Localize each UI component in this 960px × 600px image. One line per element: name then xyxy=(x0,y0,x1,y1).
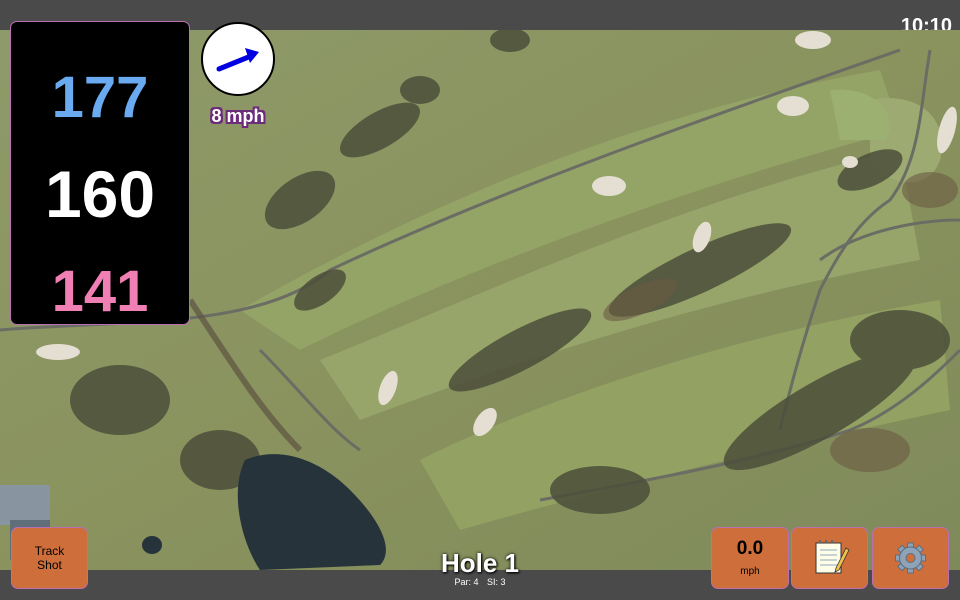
back-distance: 177 xyxy=(51,65,149,130)
wind-speed: 8 mph xyxy=(211,106,265,126)
track-shot-label-line2: Shot xyxy=(37,558,62,572)
yardage-panel: 177 160 141 xyxy=(11,22,189,324)
middle-distance: 160 xyxy=(44,157,156,231)
track-shot-button[interactable]: Track Shot xyxy=(12,528,87,588)
wind-direction-arrow-icon xyxy=(216,48,259,72)
hole-par: Par: 4 xyxy=(454,577,479,587)
wind-indicator[interactable] xyxy=(201,22,275,96)
hole-stroke-index: SI: 3 xyxy=(487,577,506,587)
notes-button[interactable] xyxy=(792,528,867,588)
speed-unit: mph xyxy=(740,566,760,577)
hole-info: Par: 4 SI: 3 xyxy=(400,577,560,587)
hole-title: Hole 1 xyxy=(440,548,520,578)
settings-button[interactable] xyxy=(873,528,948,588)
track-shot-label-line1: Track xyxy=(34,544,65,558)
app-screen: 10:10 177 160 141 8 mph Track Shot Hole … xyxy=(0,0,960,600)
notepad-icon xyxy=(815,540,850,574)
gear-icon xyxy=(895,542,926,574)
speed-value: 0.0 xyxy=(736,538,764,559)
speed-button[interactable]: 0.0 mph xyxy=(712,528,788,588)
front-distance: 141 xyxy=(51,259,149,324)
